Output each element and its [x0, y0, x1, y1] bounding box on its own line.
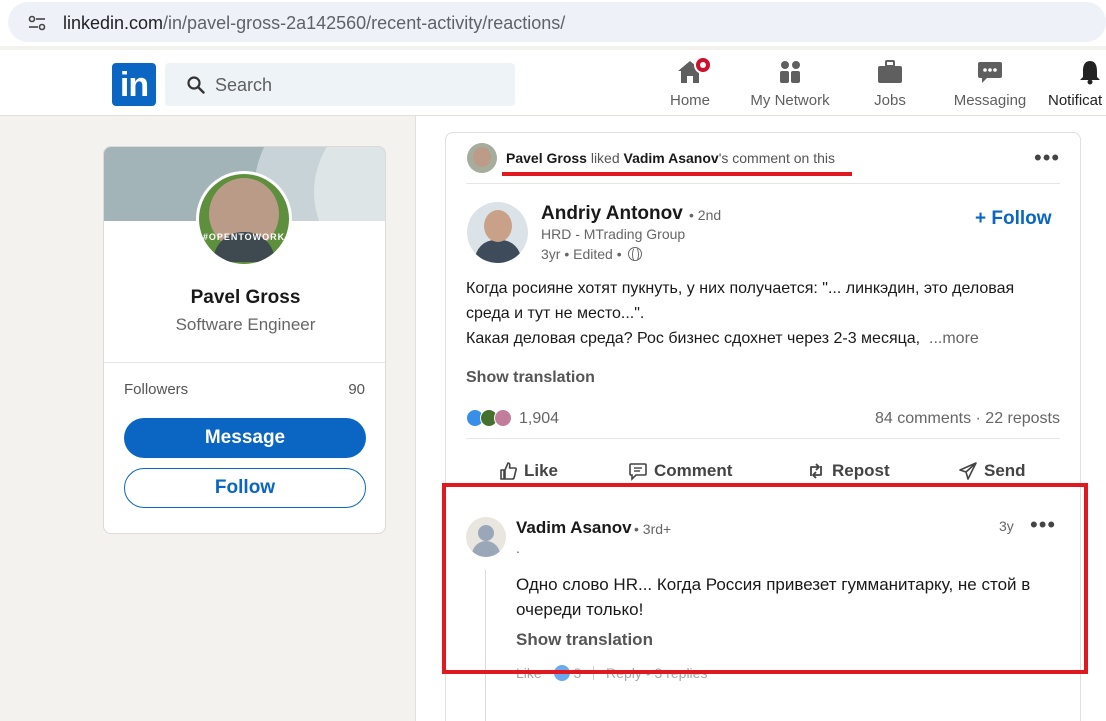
nav-home-label: Home [669, 92, 710, 109]
nav-my-network[interactable]: My Network [745, 58, 835, 114]
bell-icon [1076, 58, 1104, 86]
comment-button[interactable]: Comment [628, 458, 732, 484]
divider [104, 362, 385, 363]
post-author-degree: • 2nd [689, 207, 722, 223]
activity-more-icon[interactable]: ••• [1034, 147, 1060, 169]
followers-label: Followers [124, 381, 189, 398]
show-translation-link[interactable]: Show translation [466, 369, 595, 387]
repost-icon [810, 463, 822, 479]
home-icon [676, 56, 712, 86]
network-icon [776, 58, 804, 86]
url-field[interactable]: linkedin.com/in/pavel-gross-2a142560/rec… [8, 2, 1106, 42]
nav-jobs-label: Jobs [874, 92, 906, 109]
top-nav: in Home My Network Jobs Messaging [0, 50, 1106, 116]
send-button[interactable]: Send [958, 458, 1026, 484]
post-follow-button[interactable]: + Follow [975, 208, 1052, 230]
reaction-count[interactable]: 1,904 [519, 410, 559, 428]
briefcase-icon [876, 58, 904, 86]
search-box[interactable] [165, 63, 515, 106]
target-name[interactable]: Vadim Asanov [624, 150, 719, 166]
comment-highlight-box [442, 483, 1088, 674]
nav-my-network-label: My Network [750, 92, 830, 109]
browser-address-bar: linkedin.com/in/pavel-gross-2a142560/rec… [0, 0, 1106, 46]
stats-divider [466, 438, 1060, 439]
site-settings-icon[interactable] [28, 15, 46, 31]
post-author-avatar[interactable] [467, 202, 528, 263]
post-body: Когда росияне хотят пукнуть, у них получ… [466, 276, 1060, 351]
url-text[interactable]: linkedin.com/in/pavel-gross-2a142560/rec… [63, 13, 565, 34]
activity-verb: liked [590, 150, 620, 166]
messaging-icon [976, 58, 1004, 86]
activity-suffix: 's comment on this [718, 150, 835, 166]
post-text-line: Какая деловая среда? Рос бизнес сдохнет … [466, 330, 921, 347]
nav-messaging-label: Messaging [953, 92, 1027, 109]
profile-card: #OPENTOWORK Pavel Gross Software Enginee… [103, 146, 386, 534]
post-author-headline: HRD - MTrading Group [541, 226, 686, 242]
notification-badge [694, 56, 712, 74]
like-button[interactable]: Like [498, 458, 558, 484]
follow-button[interactable]: Follow [124, 468, 366, 508]
message-button[interactable]: Message [124, 418, 366, 458]
search-icon [187, 76, 205, 94]
followers-count: 90 [348, 381, 365, 398]
open-to-work-badge: #OPENTOWORK [202, 232, 286, 242]
profile-avatar[interactable]: #OPENTOWORK [196, 171, 292, 267]
nav-notifications-label: Notificat [1048, 92, 1103, 109]
post-stats[interactable]: 84 comments · 22 reposts [875, 410, 1060, 428]
like-icon [500, 462, 517, 480]
linkedin-logo[interactable]: in [112, 63, 156, 106]
reaction-icons[interactable] [466, 409, 526, 429]
header-divider [466, 183, 1060, 184]
profile-title: Software Engineer [175, 315, 316, 334]
actor-name[interactable]: Pavel Gross [506, 150, 587, 166]
nav-messaging[interactable]: Messaging [952, 58, 1028, 114]
post-author-name[interactable]: Andriy Antonov [541, 203, 683, 225]
activity-header: Pavel Gross liked Vadim Asanov's comment… [506, 150, 835, 166]
nav-notifications[interactable]: Notificat [1048, 58, 1106, 114]
nav-jobs[interactable]: Jobs [866, 58, 914, 114]
profile-name[interactable]: Pavel Gross [104, 287, 385, 309]
highlight-underline [502, 172, 852, 176]
nav-home[interactable]: Home [662, 56, 718, 114]
actor-avatar[interactable] [467, 143, 497, 173]
post-timestamp: 3yr • Edited • [541, 246, 642, 262]
repost-button[interactable]: Repost [806, 458, 890, 484]
love-reaction-icon [494, 409, 512, 427]
post-text-line: Когда росияне хотят пукнуть, у них получ… [466, 280, 1015, 322]
see-more-link[interactable]: ...more [929, 330, 979, 347]
comment-icon [629, 463, 647, 481]
search-input[interactable] [215, 71, 495, 99]
globe-icon [627, 247, 642, 262]
send-icon [959, 462, 977, 480]
